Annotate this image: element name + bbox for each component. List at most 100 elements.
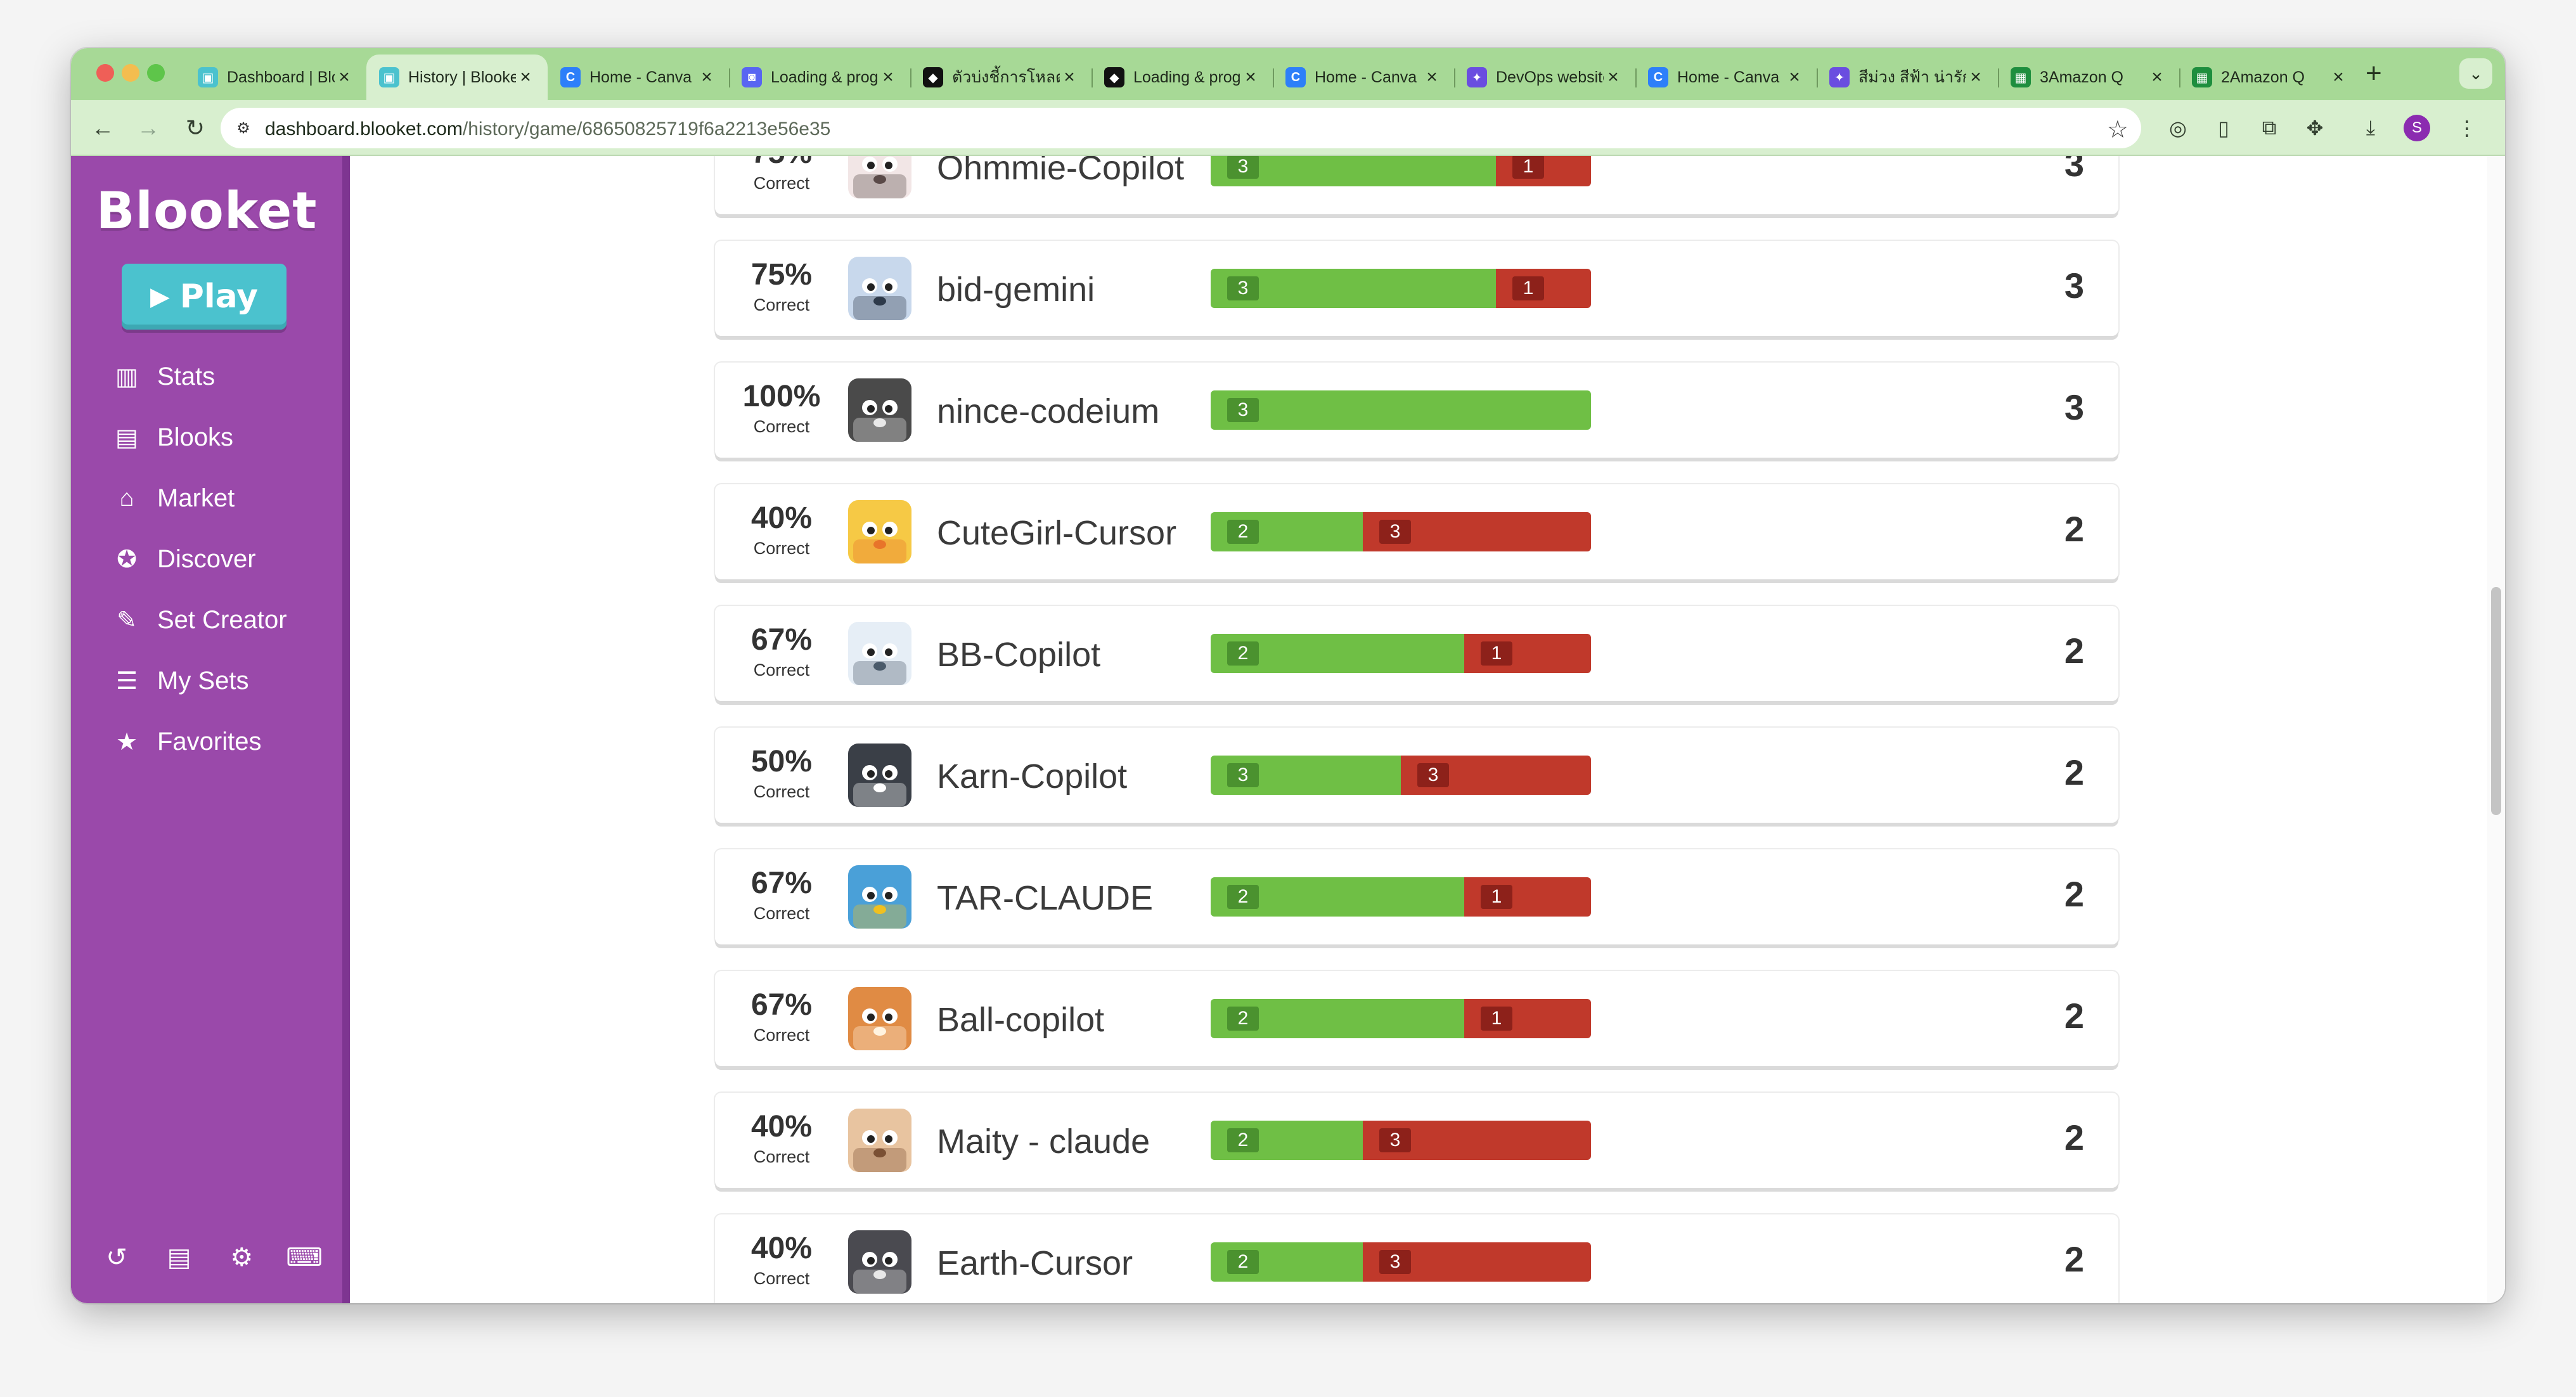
browser-tab[interactable]: ▦ 2Amazon Q × bbox=[2179, 55, 2360, 100]
main-area: 75%CorrectOhmmie-Copilot31375%Correctbid… bbox=[350, 156, 2505, 1303]
minimize-window-button[interactable] bbox=[122, 64, 139, 82]
incorrect-segment: 3 bbox=[1363, 512, 1591, 551]
browser-menu-icon[interactable]: ⋮ bbox=[2452, 113, 2482, 143]
player-name: Maity - claude bbox=[937, 1123, 1150, 1161]
sidebar-item-my-sets[interactable]: ☰ My Sets bbox=[71, 650, 342, 711]
canva-favicon-icon: C bbox=[1648, 67, 1668, 87]
browser-tab[interactable]: ▣ History | Blooket × bbox=[366, 55, 548, 100]
incorrect-count: 3 bbox=[1417, 763, 1449, 787]
sidebar-item-discover[interactable]: ✪ Discover bbox=[71, 529, 342, 589]
player-row[interactable]: 67% Correct Ball-copilot 2 1 2 bbox=[715, 971, 2118, 1066]
browser-toolbar: ← → ↻ ⚙ dashboard.blooket.com/history/ga… bbox=[71, 100, 2505, 156]
player-row[interactable]: 67% Correct BB-Copilot 2 1 2 bbox=[715, 606, 2118, 701]
browser-tab[interactable]: C Home - Canva × bbox=[548, 55, 729, 100]
compass-icon: ✪ bbox=[117, 546, 137, 573]
blooket-favicon-icon: ▣ bbox=[198, 67, 218, 87]
settings-icon[interactable]: ⚙ bbox=[221, 1237, 262, 1278]
blooket-favicon-icon: ▣ bbox=[379, 67, 399, 87]
seal-blook bbox=[848, 257, 911, 320]
translate-icon[interactable]: ⧉ bbox=[2254, 113, 2284, 143]
incorrect-segment: 3 bbox=[1363, 1121, 1591, 1160]
tab-close-icon[interactable]: × bbox=[335, 67, 354, 88]
percent-correct-label: Correct bbox=[753, 295, 810, 314]
player-score: 3 bbox=[2064, 387, 2084, 427]
percent-correct-label: Correct bbox=[753, 174, 810, 193]
player-row[interactable]: 40% Correct Maity - claude 2 3 2 bbox=[715, 1093, 2118, 1188]
tab-search-button[interactable]: ⌄ bbox=[2459, 58, 2492, 89]
tab-close-icon[interactable]: × bbox=[1060, 67, 1079, 88]
sidebar-item-favorites[interactable]: ★ Favorites bbox=[71, 711, 342, 772]
browser-tab[interactable]: ▦ 3Amazon Q × bbox=[1998, 55, 2179, 100]
extension-icon[interactable]: ▯ bbox=[2208, 113, 2239, 143]
download-icon[interactable]: ⤓ bbox=[2355, 113, 2386, 143]
back-icon[interactable]: ← bbox=[86, 112, 119, 145]
maximize-window-button[interactable] bbox=[147, 64, 165, 82]
sidebar-item-blooks[interactable]: ▤ Blooks bbox=[71, 407, 342, 468]
sidebar-item-set-creator[interactable]: ✎ Set Creator bbox=[71, 589, 342, 650]
incorrect-segment: 1 bbox=[1496, 156, 1591, 186]
scrollbar[interactable] bbox=[2487, 156, 2505, 1303]
sidebar-item-label: Set Creator bbox=[157, 605, 287, 634]
history-icon[interactable]: ↺ bbox=[96, 1237, 137, 1278]
blooket-logo[interactable]: Blooket bbox=[71, 181, 342, 240]
tab-close-icon[interactable]: × bbox=[879, 67, 898, 88]
address-bar[interactable]: ⚙ dashboard.blooket.com/history/game/686… bbox=[221, 108, 2141, 148]
browser-tab[interactable]: ✦ DevOps website × bbox=[1454, 55, 1635, 100]
site-info-icon[interactable]: ⚙ bbox=[232, 117, 255, 139]
player-row[interactable]: 40% Correct Earth-Cursor 2 3 2 bbox=[715, 1214, 2118, 1303]
browser-tab[interactable]: ▣ Dashboard | Blooket× bbox=[185, 55, 366, 100]
tab-close-icon[interactable]: × bbox=[2148, 67, 2167, 88]
profile-avatar[interactable]: S bbox=[2404, 115, 2430, 141]
keyboard-icon[interactable]: ⌨ bbox=[284, 1237, 325, 1278]
sidebar: Blooket ▶ Play ▥ Stats ▤ Blooks ⌂ Market ✪ Disc… bbox=[71, 156, 350, 1303]
percent-correct: 40% bbox=[750, 501, 813, 535]
sidebar-item-market[interactable]: ⌂ Market bbox=[71, 468, 342, 529]
new-tab-button[interactable]: + bbox=[2366, 60, 2382, 87]
player-row[interactable]: 50% Correct Karn-Copilot 3 3 2 bbox=[715, 728, 2118, 823]
browser-tab[interactable]: ◙ Loading & progress× bbox=[729, 55, 910, 100]
close-window-button[interactable] bbox=[96, 64, 114, 82]
tab-close-icon[interactable]: × bbox=[1966, 67, 1985, 88]
incorrect-count: 1 bbox=[1512, 156, 1544, 179]
browser-tab[interactable]: C Home - Canva × bbox=[1273, 55, 1454, 100]
tab-close-icon[interactable]: × bbox=[516, 67, 535, 88]
percent-correct: 75% bbox=[750, 258, 813, 292]
answer-bar: 21 bbox=[1211, 877, 1591, 917]
tab-close-icon[interactable]: × bbox=[1604, 67, 1623, 88]
play-button[interactable]: ▶ Play bbox=[122, 264, 287, 330]
tab-close-icon[interactable]: × bbox=[1241, 67, 1260, 88]
player-row[interactable]: 40% Correct CuteGirl-Cursor 2 3 2 bbox=[715, 484, 2118, 579]
player-row[interactable]: 67% Correct TAR-CLAUDE 2 1 2 bbox=[715, 849, 2118, 944]
player-row[interactable]: 75%CorrectOhmmie-Copilot313 bbox=[715, 156, 2118, 214]
sidebar-item-label: Market bbox=[157, 484, 235, 512]
extensions-puzzle-icon[interactable]: ✥ bbox=[2300, 113, 2330, 143]
answer-bar: 3 bbox=[1211, 390, 1591, 430]
sidebar-item-stats[interactable]: ▥ Stats bbox=[71, 346, 342, 407]
browser-tab[interactable]: C Home - Canva × bbox=[1635, 55, 1817, 100]
answer-bar: 23 bbox=[1211, 512, 1591, 551]
correct-segment: 2 bbox=[1211, 1121, 1363, 1160]
bookmark-star-icon[interactable]: ☆ bbox=[2107, 115, 2128, 144]
sheets-favicon-icon: ▦ bbox=[2192, 67, 2212, 87]
page-content: Blooket ▶ Play ▥ Stats ▤ Blooks ⌂ Market ✪ Disc… bbox=[71, 156, 2505, 1303]
reload-icon[interactable]: ↻ bbox=[179, 112, 212, 145]
raccoon-blook bbox=[848, 378, 911, 442]
player-row[interactable]: 100% Correct nince-codeium 3 3 bbox=[715, 363, 2118, 458]
player-row[interactable]: 75% Correct bid-gemini 3 1 3 bbox=[715, 241, 2118, 336]
browser-tab[interactable]: ◆ ตัวบ่งชี้การโหลด × bbox=[910, 55, 1092, 100]
extension-icon[interactable]: ◎ bbox=[2163, 113, 2193, 143]
url-text[interactable]: dashboard.blooket.com/history/game/68650… bbox=[265, 119, 830, 140]
percent-correct-label: Correct bbox=[753, 782, 810, 801]
document-icon[interactable]: ▤ bbox=[159, 1237, 200, 1278]
tab-close-icon[interactable]: × bbox=[1422, 67, 1441, 88]
tab-close-icon[interactable]: × bbox=[1785, 67, 1804, 88]
correct-count: 2 bbox=[1227, 641, 1259, 666]
tab-title: สีม่วง สีฟ้า น่ารัก bbox=[1858, 68, 1966, 86]
tab-close-icon[interactable]: × bbox=[2329, 67, 2348, 88]
forward-icon[interactable]: → bbox=[132, 112, 165, 145]
tab-close-icon[interactable]: × bbox=[697, 67, 716, 88]
browser-tab[interactable]: ✦ สีม่วง สีฟ้า น่ารัก × bbox=[1817, 55, 1998, 100]
list-icon: ☰ bbox=[115, 667, 138, 695]
scrollbar-thumb[interactable] bbox=[2491, 587, 2501, 815]
browser-tab[interactable]: ◆ Loading & progress× bbox=[1092, 55, 1273, 100]
